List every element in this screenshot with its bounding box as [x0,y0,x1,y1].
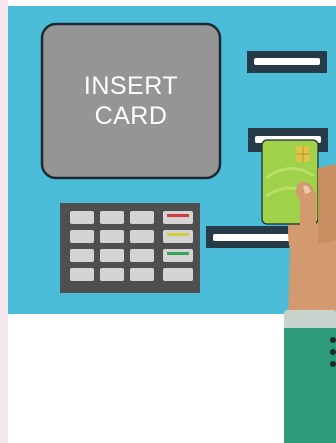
enter-key[interactable] [163,249,193,262]
blank-key[interactable] [163,268,193,281]
clear-key[interactable] [163,230,193,243]
receipt-slot [247,51,327,73]
sleeve [284,310,336,443]
left-edge-strip [0,0,8,443]
cancel-key[interactable] [163,211,193,224]
cash-slot [206,226,301,248]
atm-screen [40,22,222,180]
keypad[interactable] [60,203,200,293]
atm-illustration [0,0,336,443]
